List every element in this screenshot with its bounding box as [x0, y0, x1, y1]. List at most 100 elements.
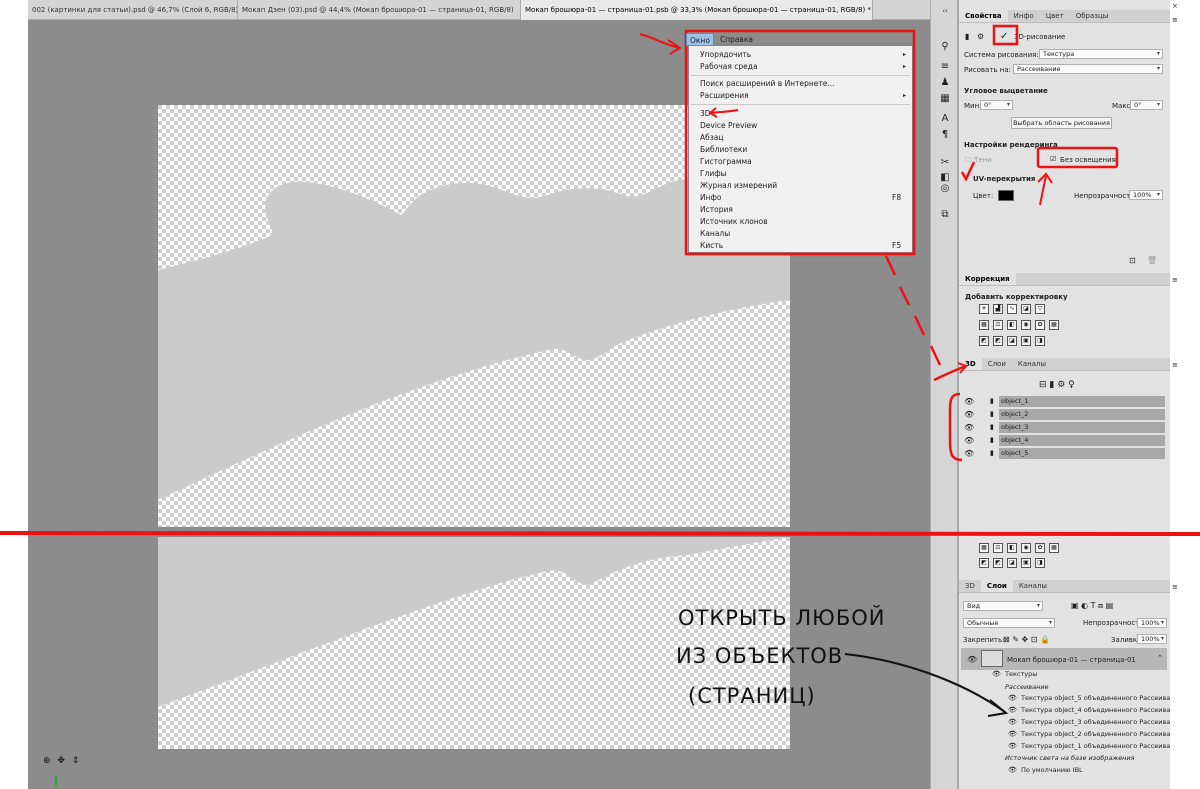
rotate-icon[interactable]: ⊕: [43, 756, 51, 766]
panel-menu-icon[interactable]: ≡: [1172, 361, 1178, 369]
menu-item-histogram[interactable]: Гистограмма: [700, 157, 752, 167]
menu-help[interactable]: Справка: [717, 33, 756, 46]
menu-item-extensions[interactable]: Расширения: [700, 91, 749, 101]
bw-icon[interactable]: ◧: [1007, 320, 1017, 330]
tab-3d[interactable]: 3D: [959, 358, 982, 370]
eye-icon[interactable]: 👁: [1008, 704, 1017, 716]
doc-tab-3[interactable]: Мокап брошюра-01 — страница-01.psb @ 33,…: [521, 0, 873, 20]
menu-item-arrange[interactable]: Упорядочить: [700, 50, 751, 60]
eye-icon[interactable]: 👁: [1008, 740, 1017, 752]
uv-opacity-input[interactable]: 100%: [1129, 190, 1163, 200]
tab-layers[interactable]: Слои: [982, 358, 1012, 370]
eye-icon[interactable]: 👁: [1008, 716, 1017, 728]
object-row[interactable]: 👁 ▮ object_5: [962, 448, 1167, 460]
texture-item[interactable]: 👁 Текстура object_5 объединенного Рассеив…: [959, 692, 1183, 704]
menu-item-libraries[interactable]: Библиотеки: [700, 145, 747, 155]
ibl-default-row[interactable]: 👁 По умолчанию IBL: [959, 764, 1167, 776]
pan-icon[interactable]: ✥: [57, 756, 65, 766]
select-paint-area-button[interactable]: Выбрать область рисования: [1011, 117, 1112, 129]
object-row[interactable]: 👁 ▮ object_1: [962, 396, 1167, 408]
cloud-icon[interactable]: ◎: [938, 182, 952, 196]
panel-menu-icon[interactable]: ≡: [1172, 583, 1178, 591]
sliders-icon[interactable]: ≡: [938, 60, 952, 74]
eye-icon[interactable]: 👁: [964, 449, 974, 458]
no-lighting-checkbox[interactable]: ☑: [1050, 155, 1056, 163]
posterize-icon[interactable]: ◩: [993, 558, 1003, 568]
tab-channels[interactable]: Каналы: [1012, 358, 1052, 370]
brightness-icon[interactable]: ☀: [979, 304, 989, 314]
exposure-icon[interactable]: ◪: [1021, 304, 1031, 314]
render-icon[interactable]: ⊡: [1129, 256, 1136, 265]
panel-menu-icon[interactable]: ≡: [1172, 276, 1178, 284]
uv-color-swatch[interactable]: [998, 190, 1014, 201]
tab-correction[interactable]: Коррекция: [959, 273, 1016, 285]
object-row[interactable]: 👁 ▮ object_2: [962, 409, 1167, 421]
selective-color-icon[interactable]: ◨: [1035, 558, 1045, 568]
posterize-icon[interactable]: ◩: [993, 336, 1003, 346]
threshold-icon[interactable]: ◪: [1007, 336, 1017, 346]
eye-icon[interactable]: 👁: [992, 668, 1001, 680]
gradient-map-icon[interactable]: ▣: [1021, 336, 1031, 346]
menu-item-history[interactable]: История: [700, 205, 733, 215]
clone-icon[interactable]: ♟: [938, 76, 952, 90]
document-canvas-bottom[interactable]: [158, 537, 790, 749]
lookup-icon[interactable]: ▦: [1049, 320, 1059, 330]
levels-icon[interactable]: ▟: [993, 304, 1003, 314]
paint-system-select[interactable]: Текстура: [1039, 49, 1163, 59]
menu-item-measurement-log[interactable]: Журнал измерений: [700, 181, 777, 191]
mixer-icon[interactable]: ✿: [1035, 543, 1045, 553]
texture-item[interactable]: 👁 Текстура object_2 объединенного Рассеив…: [959, 728, 1183, 740]
menu-item-info[interactable]: Инфо F8: [700, 193, 901, 203]
tab-channels[interactable]: Каналы: [1013, 580, 1053, 592]
gradient-map-icon[interactable]: ▣: [1021, 558, 1031, 568]
brush-check-icon[interactable]: ✓: [1000, 31, 1008, 42]
menu-item-glyphs[interactable]: Глифы: [700, 169, 727, 179]
menu-item-device-preview[interactable]: Device Preview: [700, 121, 757, 131]
max-input[interactable]: 0°: [1130, 100, 1163, 110]
curves-icon[interactable]: ∿: [1007, 304, 1017, 314]
eye-icon[interactable]: 👁: [1008, 692, 1017, 704]
eye-icon[interactable]: 👁: [967, 655, 977, 664]
fill-input[interactable]: 100%: [1137, 634, 1167, 644]
menu-window[interactable]: Окно: [686, 33, 714, 46]
lookup-icon[interactable]: ▦: [1049, 543, 1059, 553]
table-icon[interactable]: ▦: [938, 92, 952, 106]
object-row[interactable]: 👁 ▮ object_3: [962, 422, 1167, 434]
eye-icon[interactable]: 👁: [1008, 764, 1017, 776]
doc-tab-2[interactable]: Мокап Дзен (03).psd @ 44,4% (Мокап брошю…: [238, 0, 521, 20]
menu-item-find-extensions[interactable]: Поиск расширений в Интернете...: [700, 79, 834, 89]
tab-color[interactable]: Цвет: [1040, 10, 1070, 22]
character-icon[interactable]: A: [938, 112, 952, 126]
balance-icon[interactable]: ⚖: [993, 320, 1003, 330]
selective-color-icon[interactable]: ◨: [1035, 336, 1045, 346]
dolly-icon[interactable]: ⇕: [72, 756, 80, 766]
photo-filter-icon[interactable]: ◉: [1021, 543, 1031, 553]
balance-icon[interactable]: ⚖: [993, 543, 1003, 553]
textures-row[interactable]: 👁 Текстуры: [959, 668, 1167, 680]
tab-swatches[interactable]: Образцы: [1070, 10, 1115, 22]
menu-item-paragraph[interactable]: Абзац: [700, 133, 723, 143]
threshold-icon[interactable]: ◪: [1007, 558, 1017, 568]
object-row[interactable]: 👁 ▮ object_4: [962, 435, 1167, 447]
scene-icon[interactable]: ⚙: [977, 32, 984, 41]
texture-item[interactable]: 👁 Текстура object_3 объединенного Рассеив…: [959, 716, 1183, 728]
invert-icon[interactable]: ◩: [979, 336, 989, 346]
close-icon[interactable]: ×: [1172, 2, 1178, 10]
mesh-icon[interactable]: ▮: [965, 32, 969, 41]
layer-filter-icons[interactable]: ▣ ◐ T ⧈ ▤: [1071, 601, 1113, 611]
menu-item-workspace[interactable]: Рабочая среда: [700, 62, 758, 72]
texture-item[interactable]: 👁 Текстура object_1 объединенного Рассеив…: [959, 740, 1183, 752]
eye-icon[interactable]: 👁: [964, 436, 974, 445]
tab-3d[interactable]: 3D: [959, 580, 981, 592]
layer-opacity-input[interactable]: 100%: [1137, 618, 1167, 628]
collapse-icon[interactable]: ‹‹: [938, 4, 952, 18]
blend-mode-select[interactable]: Обычные: [963, 618, 1055, 628]
mixer-icon[interactable]: ✿: [1035, 320, 1045, 330]
bw-icon[interactable]: ◧: [1007, 543, 1017, 553]
brush-preset-icon[interactable]: ⚲: [938, 40, 952, 54]
eye-icon[interactable]: 👁: [1008, 728, 1017, 740]
menu-item-brush[interactable]: Кисть F5: [700, 241, 901, 251]
menu-item-3d[interactable]: 3D: [700, 109, 711, 119]
tab-info[interactable]: Инфо: [1008, 10, 1040, 22]
hue-icon[interactable]: ▦: [979, 543, 989, 553]
